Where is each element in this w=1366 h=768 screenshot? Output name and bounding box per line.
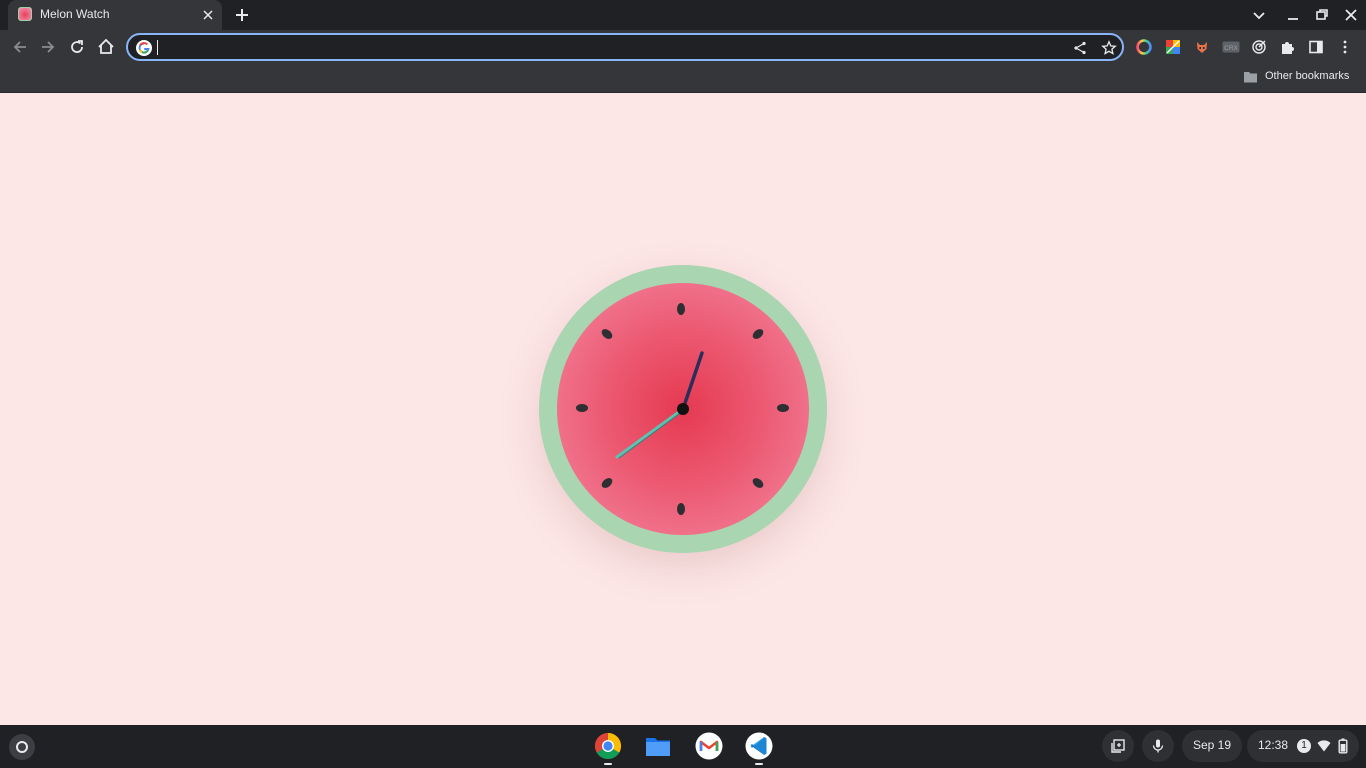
- gmail-icon[interactable]: [695, 732, 723, 760]
- tab-close-icon[interactable]: [200, 7, 216, 23]
- google-icon: [136, 40, 152, 56]
- notification-badge: 1: [1297, 739, 1311, 753]
- reload-icon[interactable]: [67, 37, 87, 57]
- screen-capture-icon: [1111, 739, 1125, 753]
- puzzle-icon[interactable]: [1279, 39, 1295, 55]
- tab-strip: Melon Watch: [0, 0, 1366, 30]
- melon-favicon: [18, 7, 32, 21]
- color-grid-icon[interactable]: [1165, 39, 1181, 55]
- restore-icon[interactable]: [1313, 6, 1331, 24]
- share-icon[interactable]: [1072, 40, 1088, 56]
- crx-icon[interactable]: CRX: [1222, 39, 1240, 55]
- center-pin: [677, 403, 689, 415]
- date-label: Sep 19: [1193, 738, 1232, 752]
- running-indicator: [755, 763, 763, 765]
- address-bar[interactable]: [126, 33, 1124, 61]
- folder-icon: [1244, 72, 1257, 83]
- microphone-icon: [1152, 739, 1164, 753]
- forward-icon[interactable]: [38, 37, 58, 57]
- color-picker-icon[interactable]: [1136, 39, 1152, 55]
- back-icon[interactable]: [10, 37, 30, 57]
- side-panel-icon[interactable]: [1308, 39, 1324, 55]
- minute-hand-shade: [618, 410, 684, 459]
- hour-hand: [681, 351, 704, 411]
- wifi-icon: [1317, 740, 1331, 752]
- files-icon[interactable]: [644, 732, 672, 760]
- launcher-icon[interactable]: [9, 734, 35, 760]
- screen-capture-button[interactable]: [1102, 730, 1134, 762]
- date-tray[interactable]: Sep 19: [1182, 730, 1242, 762]
- target-icon[interactable]: [1251, 39, 1267, 55]
- browser-toolbar: CRX: [0, 30, 1366, 63]
- time-label: 12:38: [1258, 738, 1289, 752]
- home-icon[interactable]: [96, 37, 116, 57]
- running-indicator: [604, 763, 612, 765]
- other-bookmarks-label: Other bookmarks: [1265, 70, 1350, 82]
- tab-title: Melon Watch: [40, 7, 110, 21]
- tab-search-icon[interactable]: [1250, 6, 1268, 24]
- vscode-icon[interactable]: [745, 732, 773, 765]
- minimize-icon[interactable]: [1284, 6, 1302, 24]
- page-content: [0, 93, 1366, 725]
- plus-icon[interactable]: [232, 5, 252, 25]
- fox-extension-icon[interactable]: [1194, 39, 1210, 55]
- menu-icon[interactable]: [1337, 39, 1353, 55]
- chrome-icon[interactable]: [594, 732, 622, 765]
- status-tray[interactable]: 12:38 1: [1247, 730, 1359, 762]
- minute-hand: [615, 407, 685, 459]
- watermelon-clock: [539, 265, 827, 553]
- clock-hands: [615, 351, 704, 459]
- omnibox-input[interactable]: [158, 38, 1038, 58]
- battery-icon: [1338, 738, 1348, 754]
- browser-tab[interactable]: Melon Watch: [8, 0, 222, 30]
- svg-text:CRX: CRX: [1224, 45, 1238, 52]
- bookmarks-bar: Other bookmarks: [0, 63, 1366, 93]
- star-icon[interactable]: [1101, 40, 1117, 56]
- microphone-button[interactable]: [1142, 730, 1174, 762]
- close-icon[interactable]: [1342, 6, 1360, 24]
- system-shelf: Sep 19 12:38 1: [0, 725, 1366, 768]
